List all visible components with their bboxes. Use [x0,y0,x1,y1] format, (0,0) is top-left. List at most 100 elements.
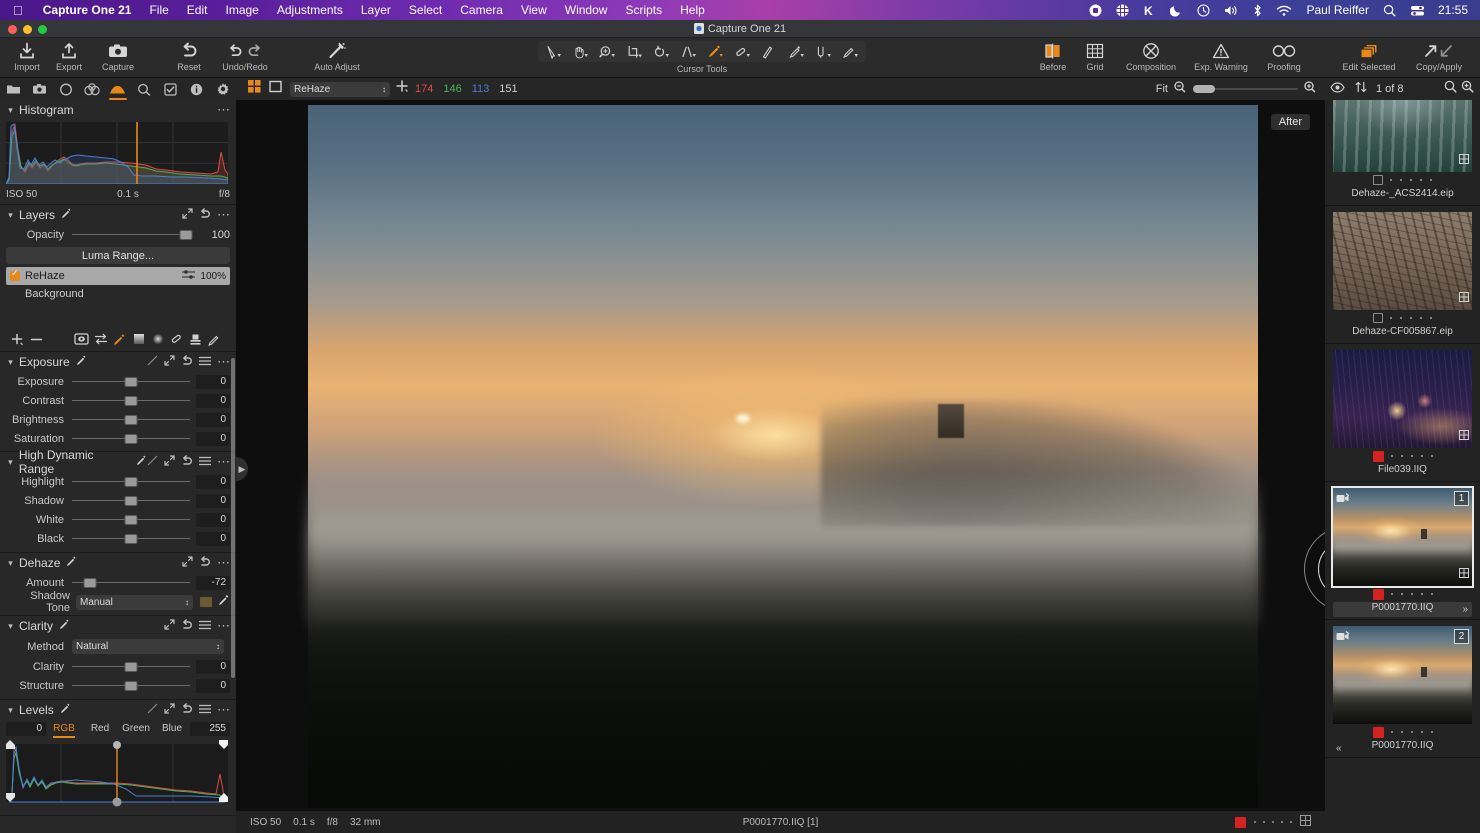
more-options-icon[interactable]: ⋯ [217,619,230,632]
opacity-value[interactable]: 100 [196,228,230,242]
thumbnail-cell[interactable]: Dehaze-CF005867.eip [1325,206,1480,344]
reset-arrow-icon[interactable] [199,554,211,572]
thumbnail-rating[interactable] [1390,179,1432,181]
capture-button[interactable]: Capture [90,38,146,78]
select-arrow-tool[interactable] [540,41,567,62]
color-editor-picker-tool[interactable] [837,41,864,62]
undo-redo-button[interactable]: Undo/Redo [210,38,280,78]
menu-edit[interactable]: Edit [178,0,217,20]
brightness-slider[interactable] [72,410,190,429]
thumbnail-rating[interactable] [1390,593,1433,595]
menu-image[interactable]: Image [216,0,267,20]
search-icon[interactable] [1444,80,1457,98]
white-slider[interactable] [72,510,190,529]
slider-value[interactable]: 0 [196,493,230,508]
expand-variants-icon[interactable]: » [1462,604,1468,615]
tool-tab-output[interactable] [210,78,236,100]
spotlight-search-icon[interactable] [1376,0,1403,20]
grid-button[interactable]: Grid [1074,38,1116,78]
reset-arrow-icon[interactable] [181,453,193,471]
menubar-user-name[interactable]: Paul Reiffer [1299,0,1375,20]
thumbnail-cell[interactable]: File039.IIQ [1325,344,1480,482]
reset-arrow-icon[interactable] [181,353,193,371]
menubar-clock[interactable]: 21:55 [1432,3,1480,17]
curve-icon[interactable] [147,453,158,471]
crop-tool[interactable] [621,41,648,62]
menu-scripts[interactable]: Scripts [616,0,671,20]
levels-graph[interactable] [0,738,236,815]
chevron-down-icon[interactable]: ▾ [6,457,15,468]
eyedropper-icon[interactable] [61,206,72,224]
shadow-slider[interactable] [72,491,190,510]
structure-slider[interactable] [72,676,190,695]
slider-value[interactable]: 0 [196,659,230,674]
levels-tab-red[interactable]: Red [82,721,118,737]
thumbnail-rating[interactable] [1390,317,1432,319]
menu-select[interactable]: Select [400,0,451,20]
clarity-slider[interactable] [72,657,190,676]
thumbnail-image[interactable] [1333,212,1472,310]
dehaze-amount-value[interactable]: -72 [196,575,230,590]
remove-layer-icon[interactable] [27,328,46,350]
reset-button[interactable]: Reset [168,38,210,78]
zoom-magnifier-tool[interactable] [594,41,621,62]
clarity-method-dropdown[interactable]: Natural ↕ [72,639,224,654]
preset-menu-icon[interactable] [199,617,211,635]
chevron-down-icon[interactable]: ▾ [6,210,15,221]
black-slider[interactable] [72,529,190,548]
zoom-out-icon[interactable] [1174,80,1187,98]
levels-black-input[interactable]: 0 [6,722,46,736]
slider-value[interactable]: 0 [196,412,230,427]
preset-menu-icon[interactable] [199,453,211,471]
export-button[interactable]: Export [48,38,90,78]
wifi-icon[interactable] [1269,0,1299,20]
add-cursor-icon[interactable] [390,80,415,98]
maximize-button[interactable] [38,25,47,34]
left-panel-scrollbar[interactable] [231,358,235,678]
filter-zoom-icon[interactable] [1461,80,1474,98]
thumbnail-color-tag[interactable] [1372,726,1384,738]
shadow-tone-dropdown[interactable]: Manual ↕ [76,594,193,610]
tool-tab-exposure[interactable] [105,78,131,100]
eyedropper-icon[interactable] [59,617,70,635]
eye-icon[interactable] [1325,80,1350,98]
globe-icon[interactable] [1109,0,1136,20]
record-icon[interactable] [1082,0,1109,20]
copy-apply-button[interactable]: Copy/Apply [1404,38,1474,78]
tool-tab-metadata[interactable] [184,78,210,100]
keyboard-maestro-icon[interactable]: K [1136,0,1163,20]
eyedropper-icon[interactable] [76,353,87,371]
tool-tab-lens[interactable] [52,78,78,100]
more-options-icon[interactable]: ⋯ [217,103,230,116]
thumbnail-image[interactable]: 1 [1331,486,1474,588]
tool-tab-adjustments[interactable] [157,78,183,100]
time-machine-icon[interactable] [1190,0,1217,20]
eraser-icon[interactable] [167,328,186,350]
menu-window[interactable]: Window [556,0,617,20]
bluetooth-icon[interactable] [1246,0,1269,20]
composition-button[interactable]: Composition [1116,38,1186,78]
before-button[interactable]: Before [1032,38,1074,78]
zoom-slider[interactable] [1193,85,1298,93]
sort-icon[interactable] [1350,80,1372,98]
single-view-icon[interactable] [265,80,286,98]
radial-gradient-icon[interactable] [148,328,167,350]
thumbnail-cell[interactable]: Dehaze-_ACS2414.eip [1325,100,1480,206]
slider-value[interactable]: 0 [196,531,230,546]
erase-mask-tool[interactable] [729,41,756,62]
more-options-icon[interactable]: ⋯ [217,455,230,468]
eyedropper-icon[interactable] [66,554,77,572]
expand-icon[interactable] [164,617,175,635]
reset-arrow-icon[interactable] [181,617,193,635]
variants-icon[interactable] [1300,815,1311,829]
minimize-button[interactable] [23,25,32,34]
menu-file[interactable]: File [140,0,177,20]
preview-image[interactable] [308,105,1258,808]
spot-removal-tool[interactable] [810,41,837,62]
auto-adjust-button[interactable]: Auto Adjust [302,38,372,78]
thumbnail-image[interactable] [1333,350,1472,448]
refine-mask-icon[interactable] [205,328,224,350]
dehaze-amount-slider[interactable] [72,573,190,592]
saturation-slider[interactable] [72,429,190,448]
draw-mask-icon[interactable] [110,328,129,350]
